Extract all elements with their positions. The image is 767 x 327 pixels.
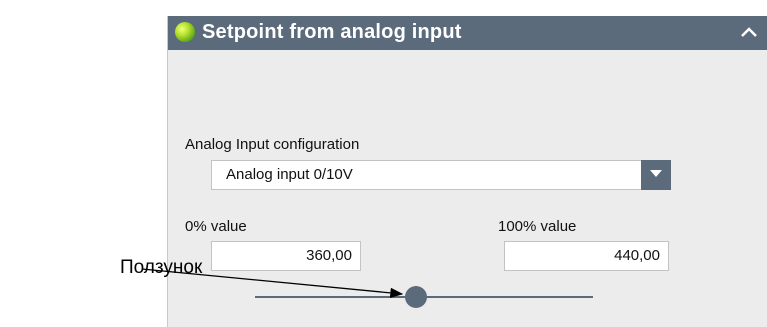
callout-arrow bbox=[141, 268, 404, 299]
slider-annotation-label: Ползунок bbox=[120, 257, 203, 278]
